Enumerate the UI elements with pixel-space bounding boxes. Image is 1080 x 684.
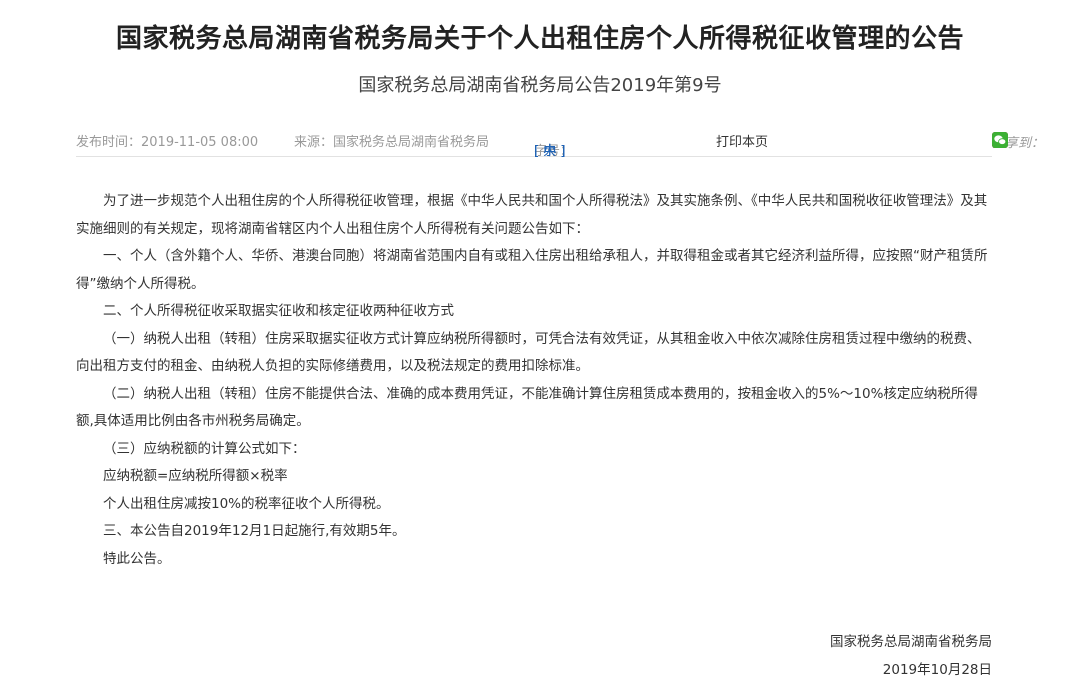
font-size-small-button[interactable]: [ 小 ] — [534, 140, 565, 159]
notice-body: 为了进一步规范个人出租住房的个人所得税征收管理，根据《中华人民共和国个人所得税法… — [76, 188, 992, 573]
signature-org: 国家税务总局湖南省税务局 — [830, 634, 992, 650]
formula-line: 应纳税额=应纳税所得额×税率 — [103, 468, 288, 484]
tax-rate-line: 个人出租住房减按10%的税率征收个人所得税。 — [103, 495, 390, 512]
meta-bar: 发布时间：2019-11-05 08:00 来源：国家税务总局湖南省税务局 字号… — [76, 122, 1044, 159]
signature-date: 2019年10月28日 — [882, 662, 992, 678]
signature-block: 国家税务总局湖南省税务局 2019年10月28日 — [830, 628, 992, 684]
paragraph-item-3: 三、本公告自2019年12月1日起施行,有效期5年。 — [103, 523, 406, 539]
print-link[interactable]: 打印本页 — [716, 131, 768, 150]
closing-line: 特此公告。 — [103, 550, 171, 567]
paragraph-item-1: 一、个人（含外籍个人、华侨、港澳台同胞）将湖南省范围内自有或租入住房出租给承租人… — [76, 248, 988, 292]
publish-time: 发布时间：2019-11-05 08:00 — [76, 135, 259, 150]
notice-page: 国家税务总局湖南省税务局关于个人出租住房个人所得税征收管理的公告 国家税务总局湖… — [0, 0, 1080, 681]
paragraph-item-2-1: （一）纳税人出租（转租）住房采取据实征收方式计算应纳税所得额时，可凭合法有效凭证… — [76, 330, 981, 375]
paragraph-item-2: 二、个人所得税征收采取据实征收和核定征收两种征收方式 — [103, 303, 454, 319]
page-title: 国家税务总局湖南省税务局关于个人出租住房个人所得税征收管理的公告 — [115, 24, 964, 54]
wechat-icon[interactable] — [992, 132, 1008, 148]
source-text: 来源：国家税务总局湖南省税务局 — [294, 135, 490, 150]
document-number: 国家税务总局湖南省税务局公告2019年第9号 — [358, 75, 722, 96]
paragraph-intro: 为了进一步规范个人出租住房的个人所得税征收管理，根据《中华人民共和国个人所得税法… — [76, 193, 988, 237]
paragraph-item-2-3: （三）应纳税额的计算公式如下： — [103, 440, 306, 457]
paragraph-item-2-2: （二）纳税人出租（转租）住房不能提供合法、准确的成本费用凭证，不能准确计算住房租… — [76, 385, 978, 430]
